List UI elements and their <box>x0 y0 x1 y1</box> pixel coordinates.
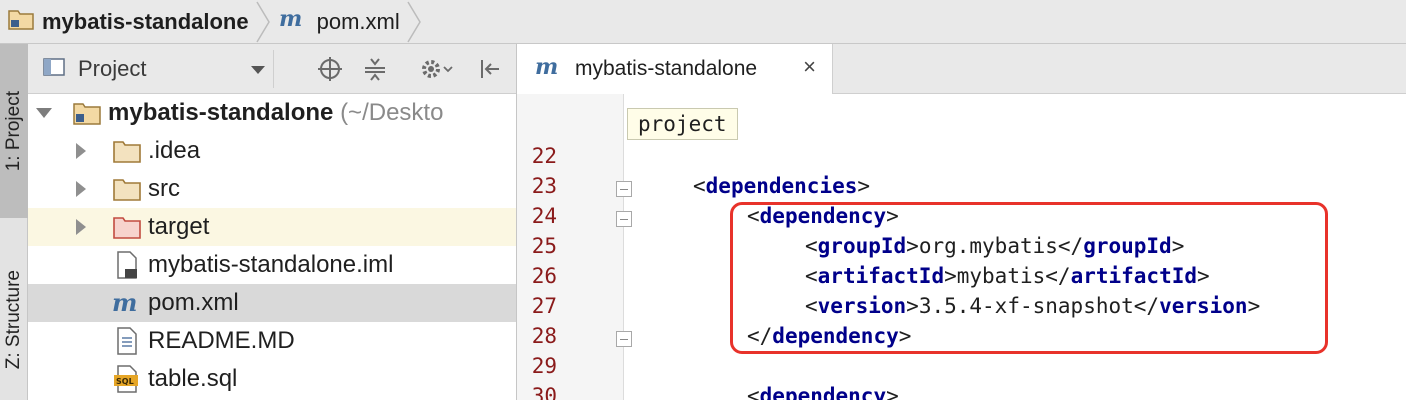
tree-item-root[interactable]: mybatis-standalone (~/Deskto <box>28 94 516 132</box>
line-number: 30 <box>531 384 557 400</box>
project-folder-icon <box>72 98 102 128</box>
tree-item-label: pom.xml <box>148 289 239 316</box>
tree-item-label: mybatis-standalone.iml <box>148 251 394 278</box>
svg-text:m: m <box>279 8 302 30</box>
line-number: 24 <box>531 204 557 228</box>
tree-item-iml[interactable]: mybatis-standalone.iml <box>28 246 516 284</box>
iml-file-icon <box>112 250 142 280</box>
editor-tab-label: mybatis-standalone <box>575 57 758 80</box>
maven-icon: m <box>535 54 565 83</box>
tree-item-target[interactable]: target <box>28 208 516 246</box>
line-number: 28 <box>531 324 557 348</box>
tree-item-label: README.MD <box>148 327 295 354</box>
project-tab-label: 1: Project <box>3 90 24 172</box>
expand-arrow-right-icon[interactable] <box>76 181 86 197</box>
code-line: <dependencies> <box>693 174 870 198</box>
tree-item-label: table.sql <box>148 365 238 392</box>
project-tree: mybatis-standalone (~/Deskto .idea src t… <box>28 94 516 398</box>
fold-marker-icon[interactable] <box>616 331 632 347</box>
project-panel: Project mybatis-standalone (~/Deskto .id… <box>28 44 517 400</box>
line-number: 26 <box>531 264 557 288</box>
project-view-selector[interactable]: Project <box>42 50 274 88</box>
project-panel-header: Project <box>28 44 516 94</box>
code-bracket: > <box>886 384 899 400</box>
code-bracket: < <box>693 174 706 198</box>
breadcrumb-file-label: pom.xml <box>316 8 400 34</box>
editor-panel: m mybatis-standalone × project 22 23 <de… <box>517 44 1406 400</box>
highlight-annotation-box <box>730 202 1328 354</box>
tree-item-readme[interactable]: README.MD <box>28 322 516 360</box>
line-number: 29 <box>531 354 557 378</box>
line-number: 22 <box>531 144 557 168</box>
code-tag: dependency <box>759 384 887 400</box>
tree-item-src[interactable]: src <box>28 170 516 208</box>
folder-excluded-icon <box>112 212 142 242</box>
expand-arrow-down-icon[interactable] <box>36 108 52 118</box>
project-view-label: Project <box>78 56 147 81</box>
project-view-icon <box>42 56 68 83</box>
breadcrumb-separator-icon <box>255 1 270 42</box>
folder-icon <box>112 174 142 204</box>
code-line: <dependency> <box>747 384 899 400</box>
code-bracket: > <box>857 174 871 198</box>
code-bracket: < <box>747 384 760 400</box>
tree-item-label: .idea <box>148 137 201 164</box>
tree-root-path: (~/Deskto <box>340 99 444 126</box>
breadcrumb-separator-icon <box>407 1 421 42</box>
fold-marker-icon[interactable] <box>616 211 632 227</box>
tree-root-name: mybatis-standalone <box>108 99 334 126</box>
left-tool-strip: 1: Project Z: Structure <box>0 44 28 400</box>
text-file-icon <box>112 326 142 356</box>
breadcrumb-project[interactable]: mybatis-standalone <box>0 0 249 44</box>
line-number: 27 <box>531 294 557 318</box>
tab-project-tool-window[interactable]: 1: Project <box>0 44 28 218</box>
tree-item-label: src <box>148 175 180 202</box>
svg-text:m: m <box>535 56 558 78</box>
maven-icon: m <box>279 6 309 35</box>
settings-gear-icon[interactable] <box>417 52 457 86</box>
tree-item-pom[interactable]: m pom.xml <box>28 284 516 322</box>
breadcrumb-file[interactable]: m pom.xml <box>271 0 400 44</box>
line-number: 25 <box>531 234 557 258</box>
collapse-all-icon[interactable] <box>359 52 391 86</box>
tree-item-label: target <box>148 213 210 240</box>
sql-file-icon: SQL <box>112 364 142 394</box>
editor-tab-bar: m mybatis-standalone × <box>517 44 1406 94</box>
locate-target-icon[interactable] <box>314 52 346 86</box>
xml-breadcrumb-bar: project <box>517 94 1406 144</box>
code-tag: dependencies <box>705 174 858 198</box>
folder-icon <box>112 136 142 166</box>
svg-text:m: m <box>112 291 137 315</box>
expand-arrow-right-icon[interactable] <box>76 219 86 235</box>
line-number: 23 <box>531 174 557 198</box>
breadcrumb-project-label: mybatis-standalone <box>42 8 249 34</box>
tab-structure-tool-window[interactable]: Z: Structure <box>0 240 28 400</box>
xml-breadcrumb-project[interactable]: project <box>627 108 738 140</box>
hide-panel-icon[interactable] <box>473 52 505 86</box>
tree-item-table-sql[interactable]: SQL table.sql <box>28 360 516 398</box>
editor-tab-pom[interactable]: m mybatis-standalone × <box>517 44 833 94</box>
structure-tab-label: Z: Structure <box>3 270 24 370</box>
chevron-down-icon <box>251 66 265 74</box>
tree-item-idea[interactable]: .idea <box>28 132 516 170</box>
navigation-bar: mybatis-standalone m pom.xml <box>0 0 1406 44</box>
expand-arrow-right-icon[interactable] <box>76 143 86 159</box>
fold-marker-icon[interactable] <box>616 181 632 197</box>
close-icon[interactable]: × <box>803 54 816 80</box>
tree-root-label: mybatis-standalone (~/Deskto <box>108 99 443 127</box>
svg-text:SQL: SQL <box>116 377 134 386</box>
project-folder-icon <box>8 8 34 35</box>
maven-icon: m <box>112 288 142 318</box>
